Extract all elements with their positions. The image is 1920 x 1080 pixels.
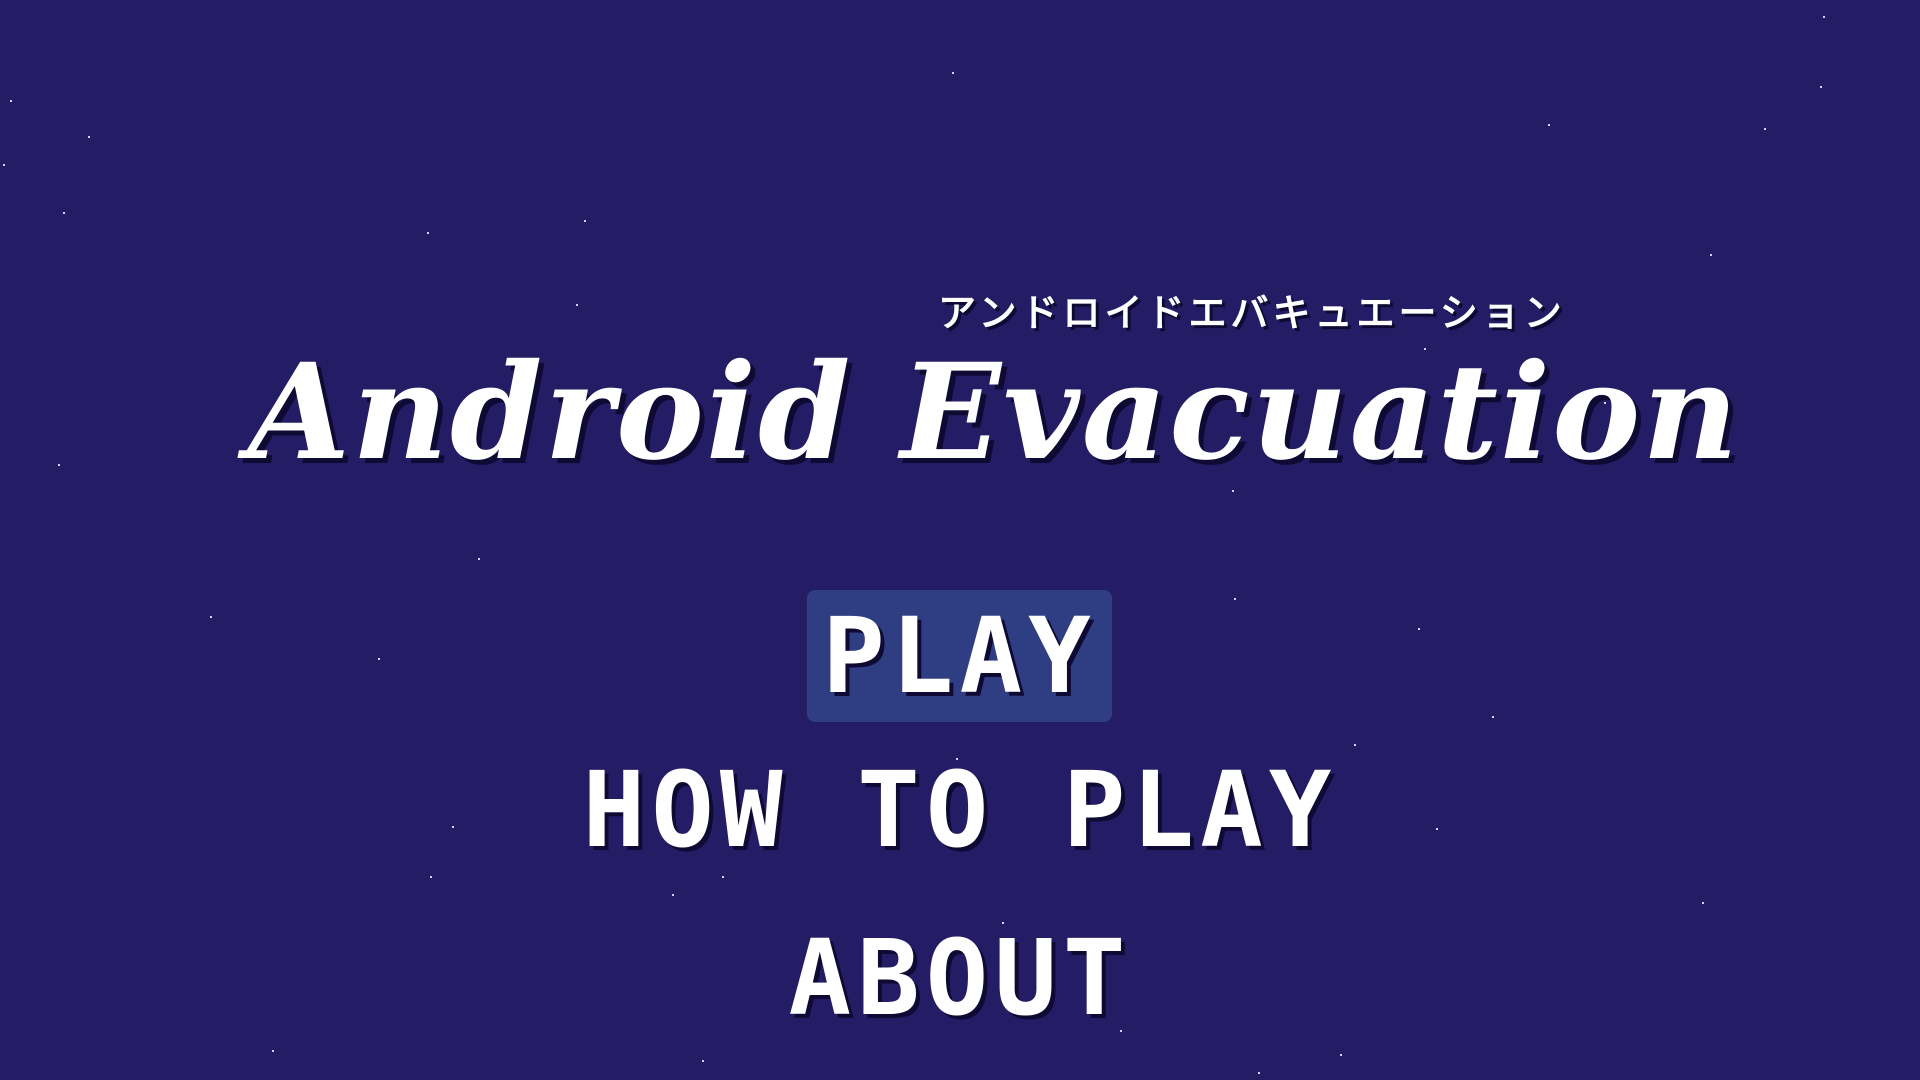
star	[1354, 744, 1356, 746]
star	[1710, 254, 1712, 256]
star	[88, 136, 90, 138]
star	[1232, 490, 1234, 492]
star	[1234, 598, 1236, 600]
star	[1492, 716, 1494, 718]
star	[452, 826, 454, 828]
star	[702, 1060, 704, 1062]
japanese-subtitle: アンドロイドエバキュエーション	[938, 291, 1566, 335]
star	[427, 232, 429, 234]
star	[1436, 828, 1438, 830]
star	[584, 220, 586, 222]
game-title: Android Evacuation	[247, 335, 1741, 490]
about-button[interactable]: ABOUT	[760, 920, 1160, 1036]
star	[1702, 902, 1704, 904]
star	[478, 558, 480, 560]
star	[430, 876, 432, 878]
star	[63, 212, 65, 214]
star	[3, 164, 5, 166]
star	[1258, 1072, 1260, 1074]
star	[672, 894, 674, 896]
star	[210, 616, 212, 618]
star	[1764, 128, 1766, 130]
star	[952, 72, 954, 74]
star	[272, 1050, 274, 1052]
star	[10, 100, 12, 102]
title-screen: アンドロイドエバキュエーション Android Evacuation PLAY …	[0, 0, 1920, 1080]
star	[576, 304, 578, 306]
how-to-play-button[interactable]: HOW TO PLAY	[560, 752, 1360, 868]
star	[1418, 628, 1420, 630]
star	[1340, 1054, 1342, 1056]
star	[1548, 124, 1550, 126]
star	[722, 876, 724, 878]
play-button[interactable]: PLAY	[807, 590, 1112, 722]
star	[378, 658, 380, 660]
star	[1820, 86, 1822, 88]
star	[1823, 16, 1825, 18]
